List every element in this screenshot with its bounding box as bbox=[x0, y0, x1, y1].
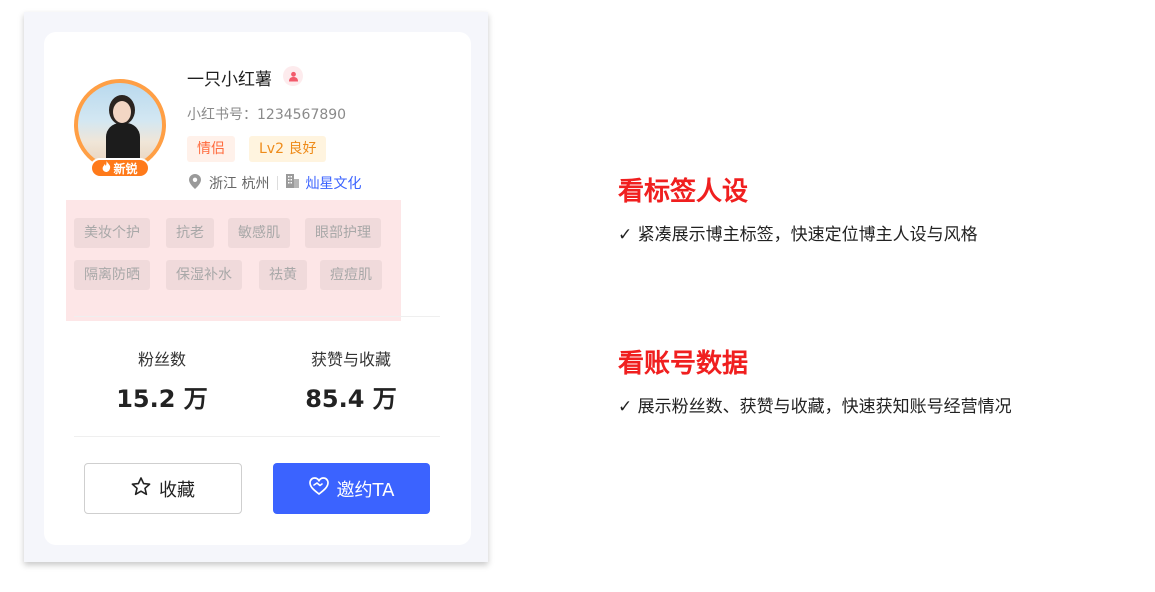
favorite-button-label: 收藏 bbox=[159, 479, 195, 501]
verified-person-icon bbox=[283, 66, 303, 86]
new-badge-label: 新锐 bbox=[113, 161, 138, 176]
keyword-tag: 抗老 bbox=[166, 218, 214, 248]
profile-card-frame: 新锐 一只小红薯 小红书号：1234567890 情侣 Lv2 良好 浙江 杭州… bbox=[24, 12, 488, 562]
company-link[interactable]: 灿星文化 bbox=[305, 173, 361, 193]
building-icon bbox=[286, 174, 300, 192]
keyword-tags-area: 美妆个护 抗老 敏感肌 眼部护理 隔离防晒 保湿补水 祛黄 痘痘肌 bbox=[66, 200, 401, 321]
star-icon bbox=[131, 476, 151, 501]
keyword-tag: 祛黄 bbox=[259, 260, 307, 290]
location-line: 浙江 杭州 灿星文化 bbox=[189, 173, 361, 193]
profile-card: 新锐 一只小红薯 小红书号：1234567890 情侣 Lv2 良好 浙江 杭州… bbox=[44, 32, 471, 545]
keyword-tag: 眼部护理 bbox=[305, 218, 381, 248]
invite-button[interactable]: 邀约TA bbox=[273, 463, 430, 514]
followers-value: 15.2 万 bbox=[116, 385, 208, 413]
likes-label: 获赞与收藏 bbox=[310, 350, 391, 369]
feature-desc-data: ✓ 展示粉丝数、获赞与收藏，快速获知账号经营情况 bbox=[618, 397, 1012, 417]
profile-name: 一只小红薯 bbox=[187, 70, 272, 90]
avatar[interactable]: 新锐 bbox=[74, 79, 166, 178]
feature-desc-tags: ✓ 紧凑展示博主标签，快速定位博主人设与风格 bbox=[618, 225, 978, 245]
followers-label: 粉丝数 bbox=[137, 350, 186, 369]
tag-relationship: 情侣 bbox=[187, 136, 235, 162]
tag-level: Lv2 良好 bbox=[249, 136, 327, 162]
keyword-tag: 痘痘肌 bbox=[320, 260, 382, 290]
section-divider bbox=[74, 316, 440, 317]
account-id: 小红书号：1234567890 bbox=[187, 107, 347, 123]
feature-title-tags: 看标签人设 bbox=[618, 177, 749, 207]
keyword-tag: 保湿补水 bbox=[166, 260, 242, 290]
keyword-tag: 敏感肌 bbox=[228, 218, 290, 248]
keyword-tag: 隔离防晒 bbox=[74, 260, 150, 290]
keyword-tag: 美妆个护 bbox=[74, 218, 150, 248]
location-pin-icon bbox=[189, 173, 201, 193]
favorite-button[interactable]: 收藏 bbox=[84, 463, 242, 514]
feature-title-data: 看账号数据 bbox=[618, 349, 749, 379]
invite-button-label: 邀约TA bbox=[336, 479, 395, 501]
flame-icon bbox=[102, 161, 111, 175]
likes-value: 85.4 万 bbox=[305, 385, 397, 413]
divider bbox=[277, 176, 279, 190]
handshake-heart-icon bbox=[308, 477, 329, 500]
new-badge: 新锐 bbox=[90, 158, 150, 178]
section-divider bbox=[74, 436, 440, 437]
location-text: 浙江 杭州 bbox=[209, 176, 270, 192]
